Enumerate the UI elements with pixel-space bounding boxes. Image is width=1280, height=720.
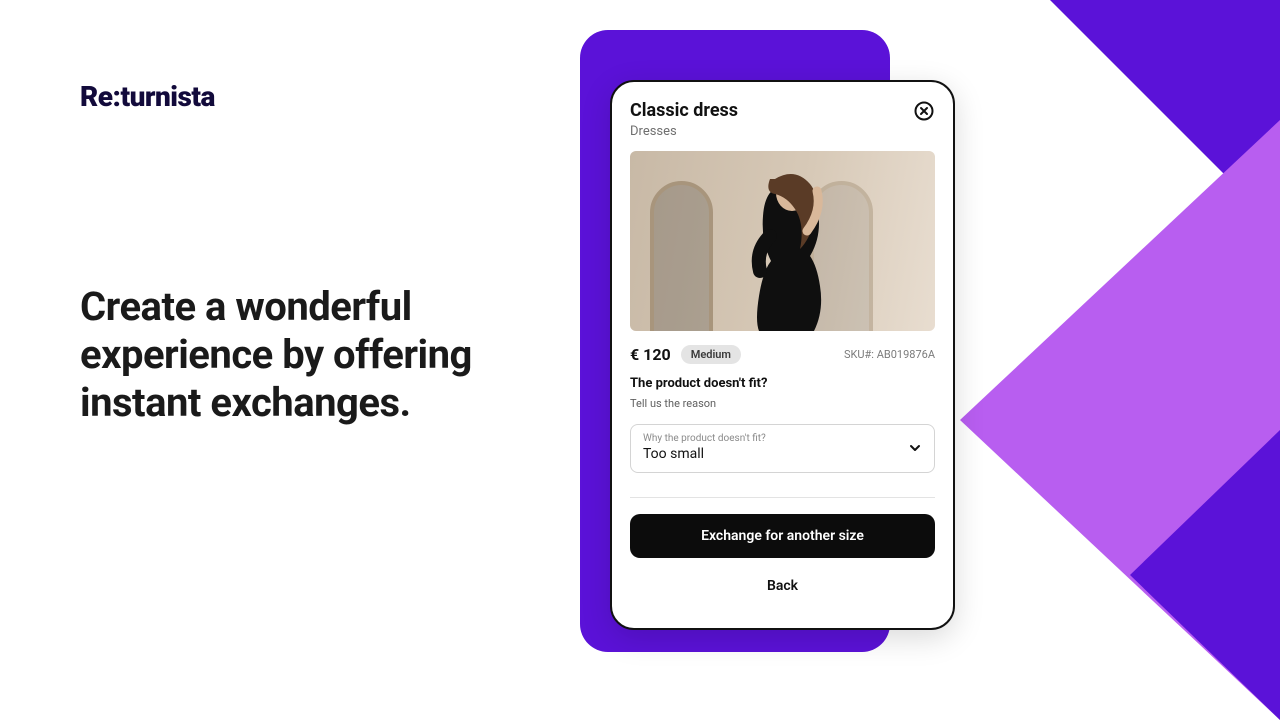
chevron-down-icon [908, 441, 922, 455]
divider [630, 497, 935, 498]
back-button[interactable]: Back [630, 564, 935, 608]
product-category: Dresses [630, 124, 738, 139]
product-sku: SKU#: AB019876A [844, 348, 935, 361]
product-title: Classic dress [630, 100, 738, 122]
close-button[interactable] [913, 100, 935, 122]
marketing-headline: Create a wonderful experience by offerin… [80, 283, 520, 427]
logo-suffix: turnista [120, 80, 214, 113]
size-badge: Medium [681, 345, 741, 364]
product-image [630, 151, 935, 331]
fit-question: The product doesn't fit? [630, 376, 935, 391]
fit-subtext: Tell us the reason [630, 397, 935, 410]
close-icon [914, 101, 934, 121]
logo-prefix: Re [80, 80, 113, 113]
brand-logo: Re:turnista [80, 80, 520, 113]
reason-select-label: Why the product doesn't fit? [643, 433, 922, 444]
reason-select-value: Too small [643, 446, 922, 462]
product-price: € 120 [630, 345, 671, 364]
product-exchange-modal: Classic dress Dresses [610, 80, 955, 630]
exchange-button[interactable]: Exchange for another size [630, 514, 935, 558]
reason-select[interactable]: Why the product doesn't fit? Too small [630, 424, 935, 473]
